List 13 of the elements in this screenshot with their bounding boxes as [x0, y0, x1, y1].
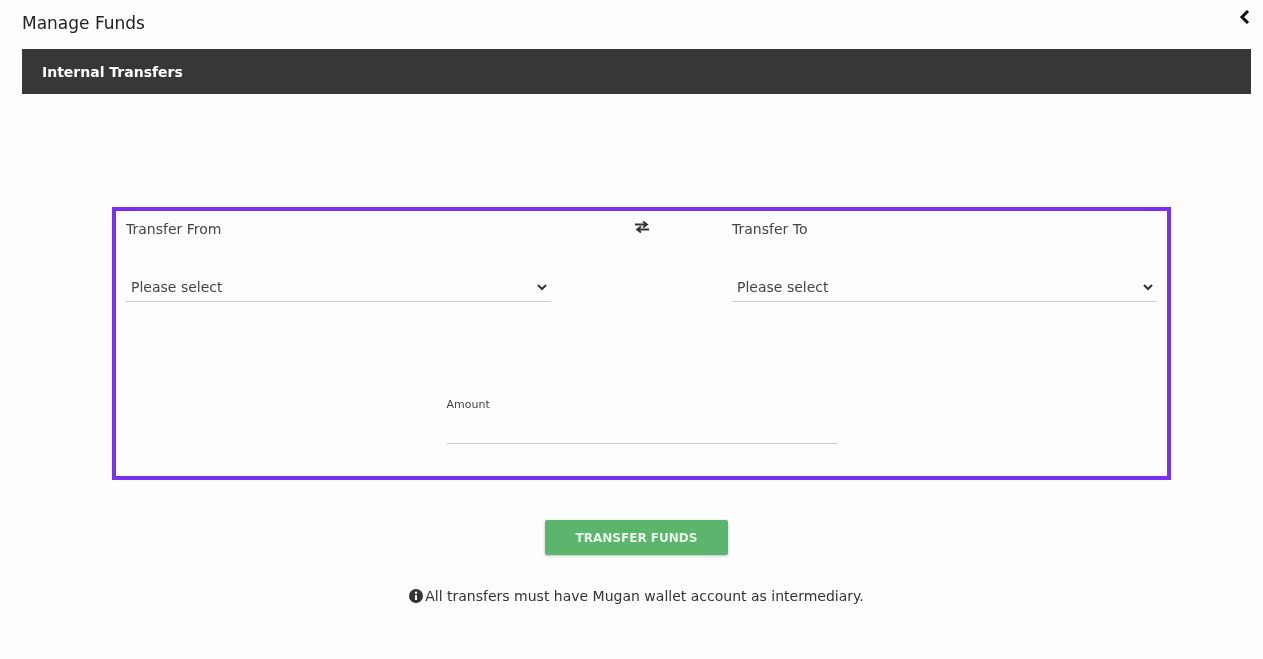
info-icon [409, 589, 424, 603]
section-title: Internal Transfers [42, 63, 183, 80]
amount-field[interactable]: Amount [446, 398, 837, 444]
chevron-down-icon [1143, 283, 1153, 291]
transfer-from-select[interactable]: Please select [126, 279, 551, 302]
field-label: Transfer To [732, 221, 809, 237]
page-title: Manage Funds [22, 13, 145, 33]
chevron-down-icon [537, 283, 547, 291]
field-label: Transfer From [126, 221, 223, 237]
transfer-to-select[interactable]: Please select [732, 279, 1157, 302]
collapse-chevron-icon[interactable] [1239, 10, 1251, 24]
info-note: All transfers must have Mugan wallet account as intermediary. [425, 588, 864, 604]
swap-arrows-icon[interactable] [633, 221, 650, 233]
